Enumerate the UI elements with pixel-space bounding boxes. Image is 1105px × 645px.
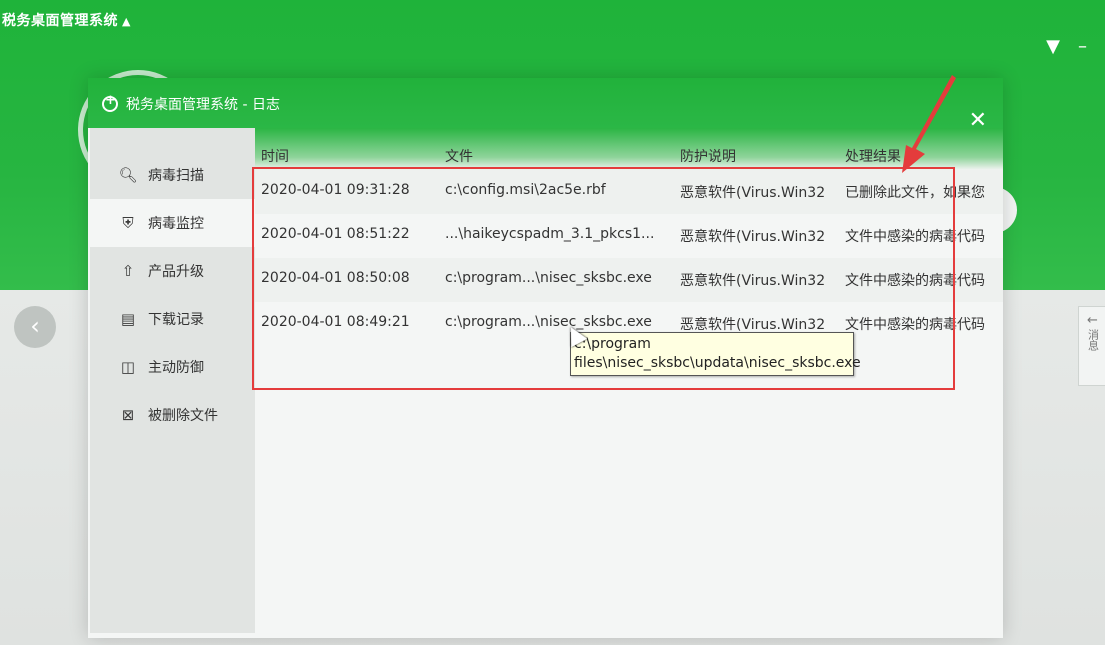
cell-time: 2020-04-01 09:31:28 (261, 182, 410, 198)
message-tab-label: 消息 (1086, 329, 1100, 351)
dialog-title-text: 税务桌面管理系统 - 日志 (126, 97, 280, 113)
sidebar-item-label: 被删除文件 (148, 408, 218, 424)
table-row[interactable]: 2020-04-01 09:31:28 c:\config.msi\2ac5e.… (255, 170, 1003, 214)
message-tab[interactable]: ← 消息 (1078, 306, 1105, 386)
upload-icon: ⇧ (121, 262, 135, 280)
sidebar-item-virus-scan[interactable]: 🔍︎ 病毒扫描 (90, 151, 255, 199)
arrow-left-icon: ← (1087, 313, 1098, 328)
file-path-tooltip: c:\program files\nisec_sksbc\updata\nise… (570, 332, 861, 376)
sidebar-item-product-upgrade[interactable]: ⇧ 产品升级 (90, 247, 255, 295)
dialog-header: 税务桌面管理系统 - 日志 ✕ (88, 78, 1003, 133)
background-app-title: 税务桌面管理系统 ▲ (2, 10, 131, 30)
cell-desc: 恶意软件(Virus.Win32 (680, 317, 826, 333)
sidebar-item-active-defense[interactable]: ◫ 主动防御 (90, 343, 255, 391)
cell-result: 文件中感染的病毒代码 (845, 229, 985, 245)
search-icon: 🔍︎ (118, 166, 138, 184)
cell-time: 2020-04-01 08:49:21 (261, 314, 410, 330)
table-row[interactable]: 2020-04-01 08:50:08 c:\program...\nisec_… (255, 258, 1003, 302)
arrow-up-icon[interactable]: ▲ (122, 15, 131, 28)
sidebar-item-label: 下载记录 (148, 312, 204, 328)
cell-result: 已删除此文件，如果您 (845, 185, 985, 201)
sidebar-item-deleted-files[interactable]: ⊠ 被删除文件 (90, 391, 255, 439)
dialog-title: 税务桌面管理系统 - 日志 (102, 93, 280, 114)
cell-desc: 恶意软件(Virus.Win32 (680, 185, 826, 201)
shield-icon: ⛨ (122, 214, 134, 232)
window-controls: ▼ – (1028, 36, 1087, 57)
sidebar-item-label: 病毒扫描 (148, 168, 204, 184)
app-logo-icon (102, 93, 118, 112)
header-result[interactable]: 处理结果 (845, 146, 995, 166)
header-time[interactable]: 时间 (261, 146, 431, 166)
log-dialog: 税务桌面管理系统 - 日志 ✕ 🔍︎ 病毒扫描 ⛨ 病毒监控 ⇧ 产品升级 ▤ … (88, 78, 1003, 638)
app-title-text: 税务桌面管理系统 (2, 13, 118, 29)
cell-result: 文件中感染的病毒代码 (845, 317, 985, 333)
cell-desc: 恶意软件(Virus.Win32 (680, 229, 826, 245)
cell-file: c:\program...\nisec_sksbc.exe (445, 314, 652, 330)
sidebar-item-label: 病毒监控 (148, 216, 204, 232)
cell-file: c:\config.msi\2ac5e.rbf (445, 182, 606, 198)
chevron-left-icon[interactable]: ‹ (14, 306, 56, 348)
defense-icon: ◫ (120, 358, 136, 376)
cell-file: c:\program...\nisec_sksbc.exe (445, 270, 652, 286)
sidebar-item-download-records[interactable]: ▤ 下载记录 (90, 295, 255, 343)
cell-desc: 恶意软件(Virus.Win32 (680, 273, 826, 289)
document-icon: ▤ (120, 310, 136, 328)
cell-result: 文件中感染的病毒代码 (845, 273, 985, 289)
log-sidebar: 🔍︎ 病毒扫描 ⛨ 病毒监控 ⇧ 产品升级 ▤ 下载记录 ◫ 主动防御 ⊠ 被删… (90, 128, 255, 633)
cell-file: ...\haikeycspadm_3.1_pkcs1... (445, 226, 655, 242)
menu-dropdown-icon[interactable]: ▼ (1046, 36, 1060, 57)
log-table: 时间 文件 防护说明 处理结果 2020-04-01 09:31:28 c:\c… (255, 128, 1003, 633)
table-header: 时间 文件 防护说明 处理结果 (255, 128, 1003, 170)
cell-time: 2020-04-01 08:51:22 (261, 226, 410, 242)
minimize-icon[interactable]: – (1078, 36, 1087, 57)
deleted-file-icon: ⊠ (121, 406, 135, 424)
header-protection-desc[interactable]: 防护说明 (680, 146, 838, 166)
sidebar-item-label: 产品升级 (148, 264, 204, 280)
sidebar-item-label: 主动防御 (148, 360, 204, 376)
table-row[interactable]: 2020-04-01 08:51:22 ...\haikeycspadm_3.1… (255, 214, 1003, 258)
header-file[interactable]: 文件 (445, 146, 675, 166)
cell-time: 2020-04-01 08:50:08 (261, 270, 410, 286)
sidebar-item-virus-monitor[interactable]: ⛨ 病毒监控 (90, 199, 255, 247)
